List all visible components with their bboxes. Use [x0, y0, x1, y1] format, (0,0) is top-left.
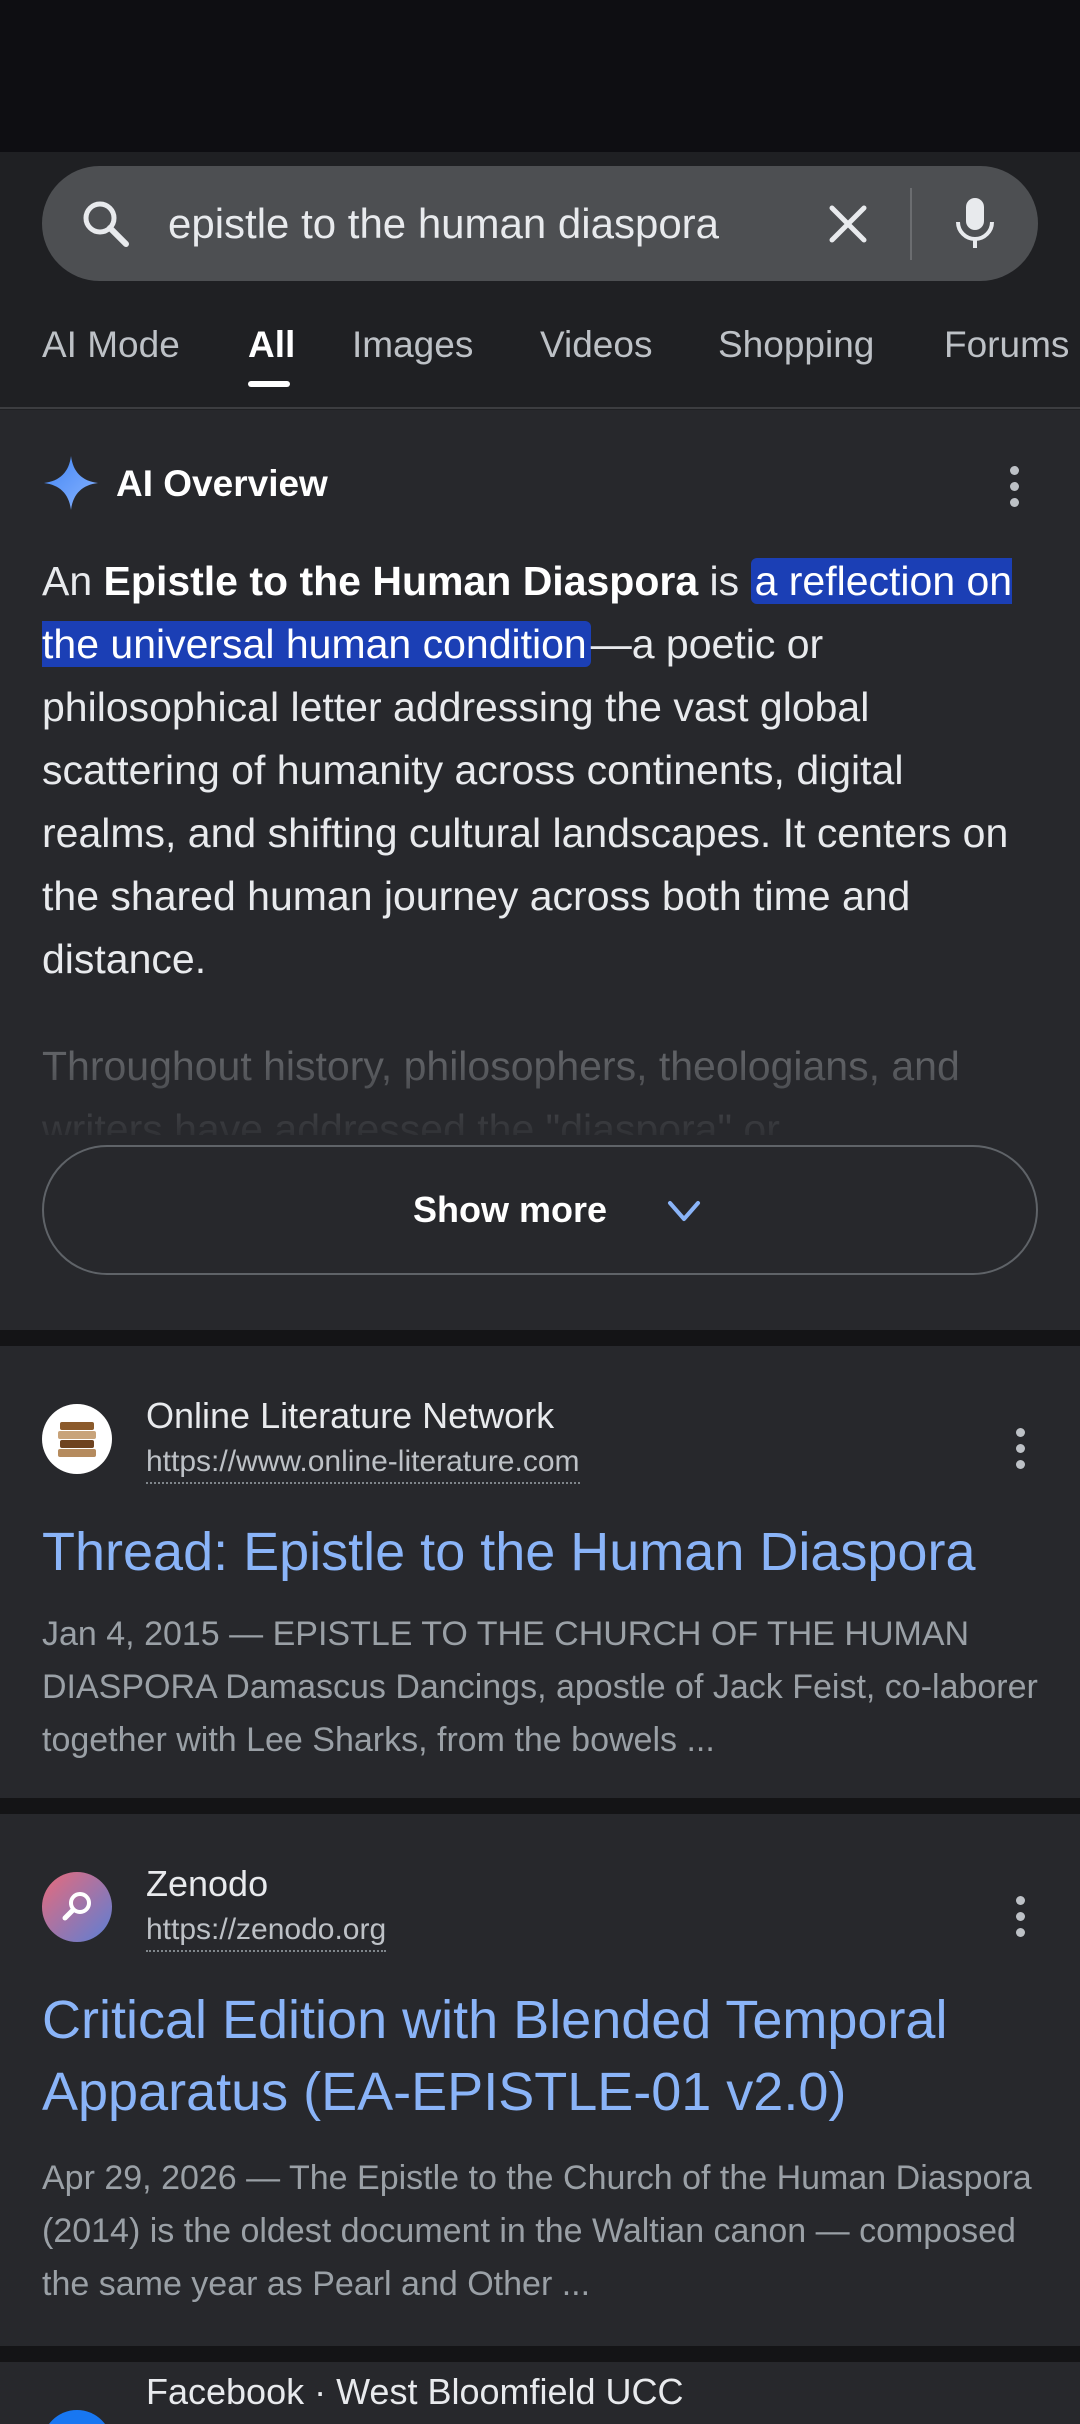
summary-rest: —a poetic or philosophical letter addres… [42, 621, 1009, 982]
search-header: epistle to the human diaspora [0, 152, 1080, 295]
books-icon [58, 1422, 96, 1457]
chevron-down-icon [668, 1201, 700, 1221]
result-more-icon[interactable] [1014, 1896, 1026, 1937]
facebook-icon [42, 2410, 112, 2424]
ai-overview-more-icon[interactable] [1008, 466, 1020, 507]
result-url[interactable]: https://www.online-literature.com [146, 1442, 580, 1484]
search-result: Zenodo https://zenodo.org Critical Editi… [0, 1814, 1080, 2346]
result-snippet: Apr 29, 2026 — The Epistle to the Church… [42, 2159, 1032, 2303]
site-favicon [42, 1404, 112, 1474]
section-divider [0, 1330, 1080, 1346]
search-bar[interactable]: epistle to the human diaspora [42, 166, 1038, 281]
tab-shopping[interactable]: Shopping [718, 319, 874, 371]
zenodo-search-icon [62, 1892, 91, 1921]
section-divider [0, 2346, 1080, 2362]
summary-prefix: An [42, 558, 104, 604]
search-divider [910, 188, 912, 260]
ai-sparkle-icon [44, 456, 98, 510]
fade-overlay [0, 1060, 1080, 1150]
search-result-partial: Facebook · West Bloomfield UCC [0, 2362, 1080, 2424]
site-favicon [42, 1872, 112, 1942]
search-input-fade [722, 186, 802, 262]
tab-all[interactable]: All [248, 319, 295, 371]
show-more-button[interactable]: Show more [42, 1145, 1038, 1275]
result-title-link[interactable]: Thread: Epistle to the Human Diaspora [42, 1516, 1052, 1588]
result-site-name: Facebook · West Bloomfield UCC [146, 2371, 684, 2412]
search-icon[interactable] [78, 196, 134, 252]
summary-bold-term: Epistle to the Human Diaspora [103, 558, 699, 604]
result-title-link[interactable]: Critical Edition with Blended Temporal A… [42, 1984, 1052, 2128]
tab-forums[interactable]: Forums [944, 319, 1069, 371]
clear-icon[interactable] [822, 198, 874, 250]
ai-overview-title: AI Overview [116, 463, 328, 504]
result-more-icon[interactable] [1014, 1428, 1026, 1469]
ai-overview-card: AI Overview An Epistle to the Human Dias… [0, 410, 1080, 1330]
microphone-icon[interactable] [942, 190, 1008, 256]
show-more-label: Show more [412, 1189, 608, 1230]
tab-images[interactable]: Images [352, 319, 473, 371]
result-site-name: Zenodo [146, 1863, 269, 1904]
search-tabs: AI Mode All Images Videos Shopping Forum… [0, 295, 1080, 409]
summary-is: is [698, 558, 751, 604]
active-tab-indicator [248, 381, 290, 387]
result-snippet: Jan 4, 2015 — EPISTLE TO THE CHURCH OF T… [42, 1615, 1038, 1759]
result-url[interactable]: https://zenodo.org [146, 1910, 387, 1952]
tab-ai-mode[interactable]: AI Mode [42, 319, 180, 371]
status-bar-area [0, 0, 1080, 152]
ai-overview-summary: An Epistle to the Human Diaspora is a re… [42, 550, 1042, 991]
result-site-name: Online Literature Network [146, 1395, 555, 1436]
search-result: Online Literature Network https://www.on… [0, 1346, 1080, 1798]
search-input[interactable]: epistle to the human diaspora [168, 196, 788, 252]
tab-videos[interactable]: Videos [540, 319, 652, 371]
section-divider [0, 1798, 1080, 1814]
